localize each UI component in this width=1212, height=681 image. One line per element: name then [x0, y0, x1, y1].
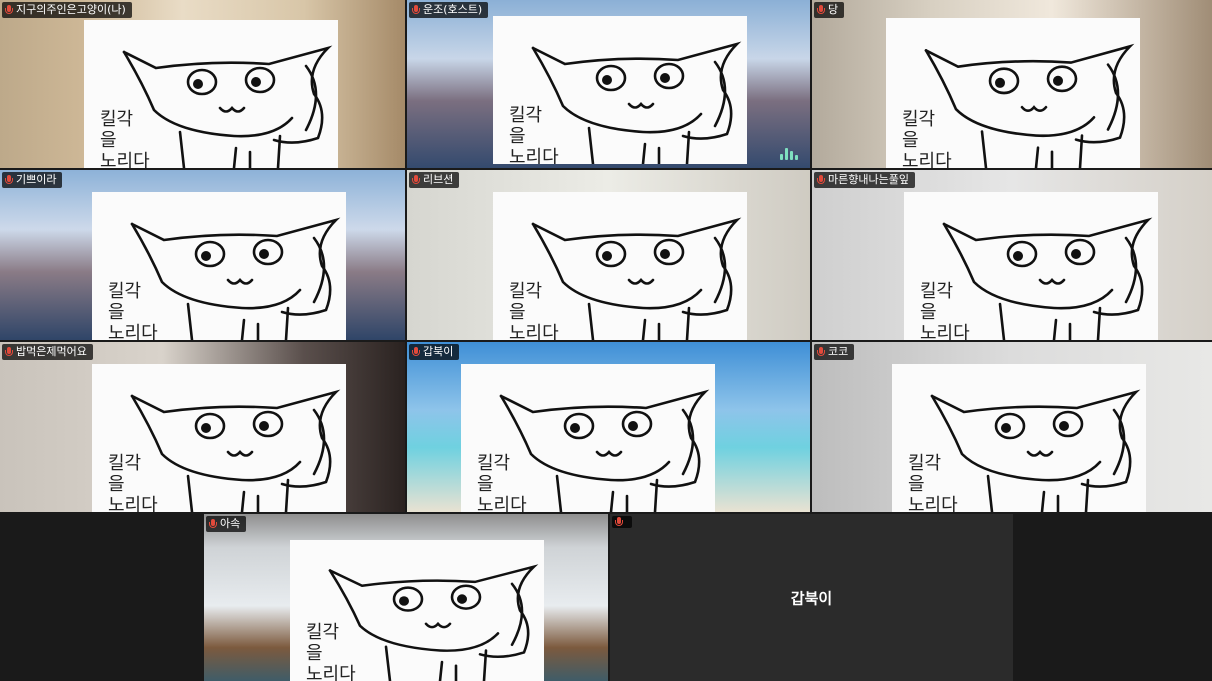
video-tile[interactable]: 킬각 을 노리다 밥먹은제먹어요 [0, 342, 405, 512]
participant-name: 지구의주인은고양이(나) [16, 3, 126, 16]
note-text: 킬각 을 노리다 [108, 281, 158, 340]
name-label: 갑북이 [409, 344, 460, 360]
note-text: 킬각 을 노리다 [477, 453, 527, 512]
participant-name: 갑북이 [423, 345, 454, 358]
name-label [612, 516, 632, 528]
cat-drawing: 킬각 을 노리다 [92, 192, 346, 340]
mic-muted-icon [817, 175, 825, 185]
name-label: 당 [814, 2, 845, 18]
participant-name: 밥먹은제먹어요 [16, 345, 87, 358]
video-tile[interactable]: 킬각 을 노리다 기쁘이라 [0, 170, 405, 340]
cat-drawing: 킬각 을 노리다 [493, 192, 747, 340]
cat-drawing: 킬각 을 노리다 [92, 364, 346, 512]
video-tile[interactable]: 킬각 을 노리다 당 [812, 0, 1212, 168]
cat-drawing: 킬각 을 노리다 [892, 364, 1146, 512]
mic-muted-icon [817, 5, 825, 15]
participant-name: 코코 [828, 345, 849, 358]
cat-drawing: 킬각 을 노리다 [290, 540, 544, 681]
participant-name: 당 [828, 3, 839, 16]
video-tile-camera-off[interactable]: 갑북이 [610, 514, 1013, 681]
mic-muted-icon [817, 347, 825, 357]
mic-muted-icon [5, 175, 13, 185]
video-tile[interactable]: 킬각 을 노리다 마른향내나는풀잎 [812, 170, 1212, 340]
cat-drawing: 킬각 을 노리다 [904, 192, 1158, 340]
cat-drawing: 킬각 을 노리다 [84, 20, 338, 168]
participant-name: 마른향내나는풀잎 [828, 173, 909, 186]
video-tile-active-speaker[interactable]: 킬각 을 노리다 운조(호스트) [407, 0, 810, 168]
audio-level-icon [780, 148, 798, 160]
note-text: 킬각 을 노리다 [100, 109, 150, 168]
video-tile[interactable]: 킬각 을 노리다 지구의주인은고양이(나) [0, 0, 405, 168]
name-label: 코코 [814, 344, 855, 360]
cat-drawing: 킬각 을 노리다 [493, 16, 747, 164]
name-label: 지구의주인은고양이(나) [2, 2, 132, 18]
name-label: 아속 [206, 516, 247, 532]
video-tile[interactable]: 킬각 을 노리다 코코 [812, 342, 1212, 512]
mic-muted-icon [412, 5, 420, 15]
participant-name: 기쁘이라 [16, 173, 57, 186]
name-label: 리브션 [409, 172, 460, 188]
mic-muted-icon [412, 347, 420, 357]
note-text: 킬각 을 노리다 [908, 453, 958, 512]
mic-muted-icon [412, 175, 420, 185]
video-tile[interactable]: 킬각 을 노리다 아속 [204, 514, 608, 681]
note-text: 킬각 을 노리다 [509, 281, 559, 340]
mic-muted-icon [615, 517, 623, 527]
name-label: 밥먹은제먹어요 [2, 344, 93, 360]
mic-muted-icon [5, 5, 13, 15]
name-label: 운조(호스트) [409, 2, 489, 18]
participant-name: 운조(호스트) [423, 3, 483, 16]
participant-center-name: 갑북이 [790, 589, 833, 607]
cat-drawing: 킬각 을 노리다 [886, 18, 1140, 168]
participant-name: 아속 [220, 517, 241, 530]
name-label: 기쁘이라 [2, 172, 63, 188]
mic-muted-icon [209, 519, 217, 529]
video-tile[interactable]: 킬각 을 노리다 갑북이 [407, 342, 810, 512]
note-text: 킬각 을 노리다 [108, 453, 158, 512]
participant-name: 리브션 [423, 173, 454, 186]
note-text: 킬각 을 노리다 [920, 281, 970, 340]
cat-drawing: 킬각 을 노리다 [461, 364, 715, 512]
note-text: 킬각 을 노리다 [509, 105, 559, 164]
note-text: 킬각 을 노리다 [902, 109, 952, 168]
note-text: 킬각 을 노리다 [306, 622, 356, 681]
name-label: 마른향내나는풀잎 [814, 172, 915, 188]
video-tile[interactable]: 킬각 을 노리다 리브션 [407, 170, 810, 340]
mic-muted-icon [5, 347, 13, 357]
